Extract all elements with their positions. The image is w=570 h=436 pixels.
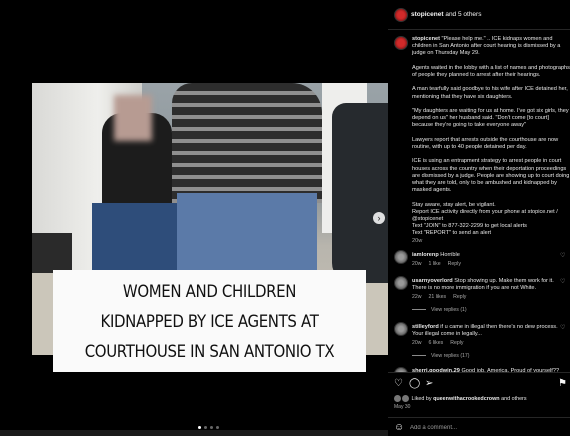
- view-replies-label[interactable]: View replies (1): [431, 307, 467, 313]
- post-header: stopicenet and 5 others: [388, 0, 570, 30]
- post-media: WOMEN AND CHILDREN KIDNAPPED BY ICE AGEN…: [0, 0, 388, 436]
- add-comment-bar: ☺: [388, 417, 570, 436]
- liked-by: Liked by queenwithacrookedcrown and othe…: [394, 395, 527, 402]
- comment-icon[interactable]: ◯: [409, 378, 420, 389]
- comment-time: 22w: [412, 294, 422, 300]
- chevron-right-icon: ›: [377, 213, 381, 223]
- comment-username[interactable]: usarnyoverlord: [412, 278, 453, 284]
- carousel-dot: [204, 426, 207, 429]
- comment-likes[interactable]: 6 likes: [429, 340, 444, 346]
- reply-button[interactable]: Reply: [448, 261, 461, 267]
- avatar[interactable]: [394, 250, 408, 264]
- view-replies-label[interactable]: View replies (17): [431, 353, 470, 359]
- image-caption-line: COURTHOUSE IN SAN ANTONIO TX: [84, 342, 335, 362]
- image-caption-box: WOMEN AND CHILDREN KIDNAPPED BY ICE AGEN…: [53, 270, 366, 372]
- collaborators-text[interactable]: and 5 others: [445, 11, 481, 18]
- liked-by-user[interactable]: queenwithacrookedcrown: [433, 396, 500, 402]
- avatar[interactable]: [394, 322, 408, 336]
- photo-dark-car: [332, 103, 388, 283]
- next-slide-button[interactable]: ›: [373, 212, 385, 224]
- carousel-dots: [198, 426, 219, 429]
- liked-by-suffix[interactable]: and others: [501, 396, 526, 402]
- post-date: May 30: [394, 404, 411, 410]
- caption-body: "Please help me." .. ICE kidnaps women a…: [412, 36, 570, 237]
- view-replies-button[interactable]: View replies (1): [412, 307, 467, 313]
- replies-divider: [412, 309, 426, 311]
- comment-likes[interactable]: 1 like: [429, 261, 441, 267]
- avatar[interactable]: [394, 36, 408, 50]
- share-icon[interactable]: ➢: [425, 378, 433, 389]
- comment-text: Horrible: [440, 252, 460, 258]
- comment-text: Stop showing up. Make them work for it.: [454, 278, 554, 284]
- image-caption-line: KIDNAPPED BY ICE AGENTS AT: [100, 312, 319, 332]
- post-actions: ♡ ◯ ➢ ⚑ Liked by queenwithacrookedcrown …: [388, 372, 570, 436]
- carousel-dot: [210, 426, 213, 429]
- view-replies-button[interactable]: View replies (17): [412, 353, 470, 359]
- post-author[interactable]: stopicenet and 5 others: [411, 11, 481, 18]
- comment-time: 20w: [412, 340, 422, 346]
- photo-person-striped-shirt: [172, 83, 322, 203]
- like-icon[interactable]: ♡: [394, 378, 403, 389]
- liker-avatar: [402, 395, 409, 402]
- comment-text-continued: Your illegal come in legally...: [412, 331, 482, 337]
- comment-heart-icon[interactable]: ♡: [560, 324, 565, 331]
- comment-text: if u came in illegal then there's no dew…: [440, 324, 558, 330]
- comment-heart-icon[interactable]: ♡: [560, 252, 565, 259]
- liked-by-prefix: Liked by: [411, 395, 432, 402]
- save-icon[interactable]: ⚑: [558, 378, 567, 389]
- author-username[interactable]: stopicenet: [411, 11, 444, 18]
- comment-username[interactable]: stilleyford: [412, 324, 439, 330]
- carousel-dot-active: [198, 426, 201, 429]
- media-bottom-edge: [0, 430, 388, 436]
- caption-username[interactable]: stopicenet: [412, 36, 440, 42]
- comment-username[interactable]: iamlorenp: [412, 252, 439, 258]
- liker-avatar: [394, 395, 401, 402]
- avatar[interactable]: [394, 276, 408, 290]
- reply-button[interactable]: Reply: [450, 340, 463, 346]
- comment-time: 20w: [412, 261, 422, 267]
- avatar[interactable]: [394, 8, 408, 22]
- caption-text: stopicenet "Please help me." .. ICE kidn…: [412, 36, 570, 245]
- comment-likes[interactable]: 21 likes: [429, 294, 447, 300]
- post-sidebar: stopicenet and 5 others stopicenet "Plea…: [388, 0, 570, 436]
- image-caption-line: WOMEN AND CHILDREN: [122, 282, 297, 302]
- reply-button[interactable]: Reply: [453, 294, 466, 300]
- add-comment-input[interactable]: [410, 422, 560, 434]
- comment-heart-icon[interactable]: ♡: [560, 278, 565, 285]
- carousel-dot: [216, 426, 219, 429]
- emoji-icon[interactable]: ☺: [394, 422, 404, 433]
- replies-divider: [412, 355, 426, 357]
- caption-time: 20w: [412, 237, 423, 244]
- photo-blurred-face: [114, 95, 152, 141]
- comment-text-continued: There is no more immigration if you are …: [412, 285, 537, 291]
